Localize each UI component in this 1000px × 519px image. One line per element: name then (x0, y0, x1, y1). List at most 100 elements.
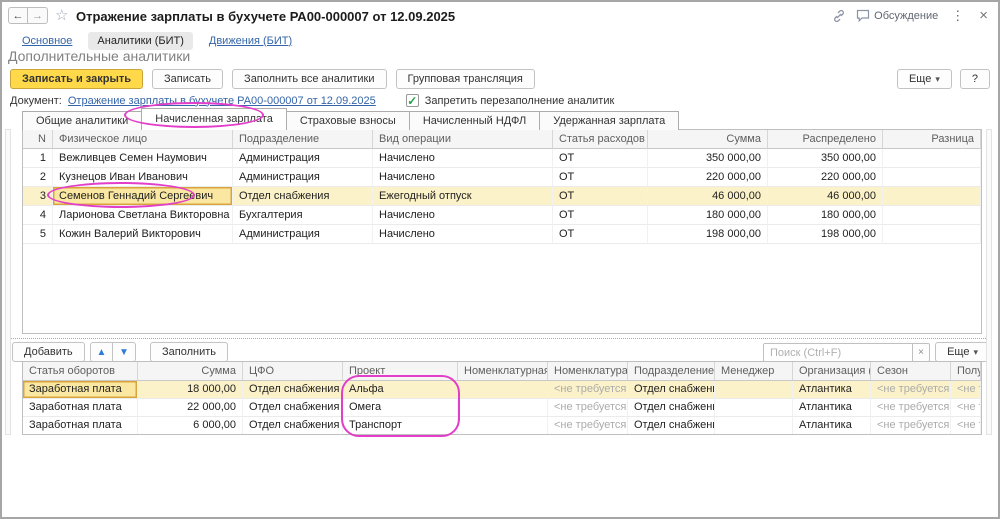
save-close-button[interactable]: Записать и закрыть (10, 69, 143, 89)
cell[interactable]: Семенов Геннадий Сергеевич (53, 187, 233, 206)
checkbox-box[interactable]: ✓ (406, 94, 419, 107)
cell[interactable]: 4 (23, 206, 53, 225)
fill-all-analytics-button[interactable]: Заполнить все аналитики (232, 69, 386, 89)
column-header[interactable]: N (23, 130, 53, 149)
cell[interactable]: Начислено (373, 225, 553, 244)
cell[interactable]: Ларионова Светлана Викторовна (53, 206, 233, 225)
column-header[interactable]: Сумма (648, 130, 768, 149)
cell[interactable]: <не требуется> (548, 399, 628, 417)
cell[interactable]: Ежегодный отпуск (373, 187, 553, 206)
column-header[interactable]: Номенклатурная гру... (458, 362, 548, 381)
more-button[interactable]: Еще▾ (897, 69, 952, 89)
search-clear-icon[interactable]: × (913, 343, 930, 362)
cell[interactable]: 22 000,00 (138, 399, 243, 417)
cell[interactable] (715, 381, 793, 399)
cell[interactable]: Отдел снабжения (628, 417, 715, 435)
column-header[interactable]: Физическое лицо (53, 130, 233, 149)
cell[interactable]: Администрация (233, 149, 373, 168)
cell[interactable]: ОТ (553, 187, 648, 206)
right-scrollbar[interactable] (986, 129, 992, 435)
cell[interactable]: <не требуется> (951, 381, 981, 399)
move-down-icon[interactable]: ▼ (113, 342, 136, 362)
nav-tab-analitiki-bit[interactable]: Аналитики (БИТ) (88, 32, 192, 50)
cell[interactable]: Администрация (233, 225, 373, 244)
table-row[interactable]: Заработная плата22 000,00Отдел снабжения… (23, 399, 981, 417)
column-header[interactable]: Подразделение (628, 362, 715, 381)
cell[interactable] (458, 381, 548, 399)
table-row[interactable]: 3Семенов Геннадий СергеевичОтдел снабжен… (23, 187, 981, 206)
cell[interactable]: 180 000,00 (648, 206, 768, 225)
cell[interactable]: <не требуется> (951, 399, 981, 417)
cell[interactable] (883, 206, 981, 225)
cell[interactable]: Кузнецов Иван Иванович (53, 168, 233, 187)
cell[interactable]: <не требуется> (548, 381, 628, 399)
cell[interactable]: 1 (23, 149, 53, 168)
cell[interactable]: Омега (343, 399, 458, 417)
table-row[interactable]: 4Ларионова Светлана ВикторовнаБухгалтери… (23, 206, 981, 225)
cell[interactable]: 18 000,00 (138, 381, 243, 399)
column-header[interactable]: Статья оборотов (23, 362, 138, 381)
cell[interactable]: 180 000,00 (768, 206, 883, 225)
cell[interactable]: Отдел снабжения (628, 381, 715, 399)
cell[interactable]: 3 (23, 187, 53, 206)
cell[interactable]: 198 000,00 (648, 225, 768, 244)
table-row[interactable]: Заработная плата6 000,00Отдел снабженияТ… (23, 417, 981, 435)
column-header[interactable]: Вид операции (373, 130, 553, 149)
tab-uderzhannaya-zarplata[interactable]: Удержанная зарплата (539, 111, 679, 130)
favorite-star-icon[interactable]: ☆ (55, 6, 68, 24)
cell[interactable]: Атлантика (793, 381, 871, 399)
left-scrollbar[interactable] (5, 129, 11, 435)
column-header[interactable]: Разница (883, 130, 981, 149)
cell[interactable]: Заработная плата (23, 381, 138, 399)
cell[interactable]: Кожин Валерий Викторович (53, 225, 233, 244)
group-translation-button[interactable]: Групповая трансляция (396, 69, 535, 89)
tab-obshchie-analitiki[interactable]: Общие аналитики (22, 111, 142, 130)
cell[interactable] (883, 149, 981, 168)
column-header[interactable]: Сезон (871, 362, 951, 381)
cell[interactable]: <не требуется> (871, 399, 951, 417)
cell[interactable]: 350 000,00 (648, 149, 768, 168)
cell[interactable]: ОТ (553, 206, 648, 225)
cell[interactable]: 6 000,00 (138, 417, 243, 435)
close-icon[interactable]: × (977, 7, 990, 24)
cell[interactable] (883, 187, 981, 206)
column-header[interactable]: Номенклатура (548, 362, 628, 381)
cell[interactable]: Заработная плата (23, 399, 138, 417)
cell[interactable]: Атлантика (793, 399, 871, 417)
cell[interactable]: 198 000,00 (768, 225, 883, 244)
table-row[interactable]: 1Вежливцев Семен НаумовичАдминистрацияНа… (23, 149, 981, 168)
cell[interactable]: Транспорт (343, 417, 458, 435)
cell[interactable]: 220 000,00 (648, 168, 768, 187)
fill-button[interactable]: Заполнить (150, 342, 228, 362)
forward-button[interactable]: → (28, 7, 48, 24)
cell[interactable]: Отдел снабжения (243, 399, 343, 417)
move-up-icon[interactable]: ▲ (90, 342, 113, 362)
back-button[interactable]: ← (8, 7, 28, 24)
table-row[interactable]: 2Кузнецов Иван ИвановичАдминистрацияНачи… (23, 168, 981, 187)
cell[interactable]: Бухгалтерия (233, 206, 373, 225)
cell[interactable]: Атлантика (793, 417, 871, 435)
cell[interactable] (715, 417, 793, 435)
column-header[interactable]: Организация (ана... (793, 362, 871, 381)
tab-nachislennyi-ndfl[interactable]: Начисленный НДФЛ (409, 111, 540, 130)
cell[interactable]: 46 000,00 (648, 187, 768, 206)
forbid-refill-checkbox[interactable]: ✓ Запретить перезаполнение аналитик (406, 94, 615, 107)
cell[interactable]: <не требуется> (548, 417, 628, 435)
cell[interactable]: Начислено (373, 206, 553, 225)
column-header[interactable]: ЦФО (243, 362, 343, 381)
more-menu-icon[interactable]: ⋮ (948, 8, 967, 24)
cell[interactable] (883, 225, 981, 244)
cell[interactable]: Начислено (373, 168, 553, 187)
cell[interactable]: 2 (23, 168, 53, 187)
cell[interactable]: <не требуется> (871, 417, 951, 435)
column-header[interactable]: Сумма (138, 362, 243, 381)
column-header[interactable]: Распределено (768, 130, 883, 149)
cell[interactable]: Альфа (343, 381, 458, 399)
tab-nachislennaya-zarplata[interactable]: Начисленная зарплата (141, 108, 287, 130)
column-header[interactable]: Подразделение (233, 130, 373, 149)
save-button[interactable]: Записать (152, 69, 223, 89)
cell[interactable]: Вежливцев Семен Наумович (53, 149, 233, 168)
cell[interactable]: 46 000,00 (768, 187, 883, 206)
discussion-button[interactable]: Обсуждение (856, 9, 938, 22)
cell[interactable] (715, 399, 793, 417)
